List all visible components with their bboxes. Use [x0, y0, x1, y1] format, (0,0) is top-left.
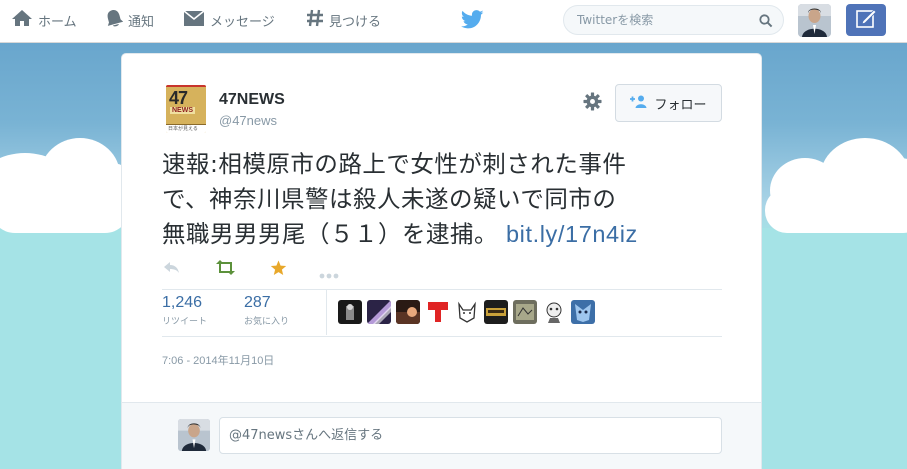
favoriter-avatar[interactable] — [338, 300, 362, 324]
nav-messages[interactable]: メッセージ — [183, 0, 275, 40]
reply-area: @47newsさんへ返信する — [122, 402, 761, 469]
follow-button[interactable]: フォロー — [615, 84, 722, 122]
tweet-text-line: 無職男男男尾（５１）を逮捕。 bit.ly/17n4iz — [162, 217, 752, 252]
envelope-icon — [183, 9, 210, 31]
search-box[interactable] — [563, 5, 784, 35]
tweet-text: 速報:相模原市の路上で女性が刺された事件 で、神奈川県警は殺人未遂の疑いで同市の… — [162, 147, 752, 252]
more-icon[interactable] — [319, 264, 339, 283]
profile-avatar[interactable]: 47 NEWS 日本が見える — [166, 85, 206, 133]
search-input[interactable] — [577, 13, 757, 27]
logo-47-text: 47 — [169, 88, 188, 108]
favoriter-avatar[interactable] — [455, 300, 479, 324]
nav-notifications-label: 通知 — [128, 14, 155, 30]
compose-icon — [855, 7, 877, 33]
retweet-icon[interactable] — [215, 260, 236, 279]
tweet-timestamp[interactable]: 7:06 - 2014年11月10日 — [162, 352, 274, 368]
tweet-link[interactable]: bit.ly/17n4iz — [506, 221, 638, 247]
retweet-count: 1,246 — [162, 294, 203, 311]
user-avatar[interactable] — [798, 4, 831, 37]
divider — [162, 289, 722, 290]
favoriter-avatar[interactable] — [513, 300, 537, 324]
favoriter-avatar[interactable] — [367, 300, 391, 324]
stat-separator — [326, 290, 327, 335]
nav-messages-label: メッセージ — [210, 14, 275, 30]
logo-tagline: 日本が見える — [168, 126, 198, 132]
nav-notifications[interactable]: 通知 — [105, 0, 154, 40]
tweet-text-line: 速報:相模原市の路上で女性が刺された事件 — [162, 150, 627, 178]
nav-home[interactable]: ホーム — [11, 0, 77, 40]
favoriter-avatar[interactable] — [426, 300, 450, 324]
retweet-stat[interactable]: 1,246 リツイート — [162, 294, 207, 327]
compose-button[interactable] — [846, 4, 886, 36]
add-user-icon — [630, 95, 654, 112]
favoriter-avatar[interactable] — [484, 300, 508, 324]
retweet-label: リツイート — [162, 317, 208, 327]
tweet-text-line-part: 無職男男男尾（５１）を逮捕。 — [162, 220, 506, 248]
logo-news-text: NEWS — [170, 107, 195, 114]
reply-icon[interactable] — [163, 260, 180, 279]
favorite-count: 287 — [244, 294, 271, 311]
display-name[interactable]: 47NEWS — [219, 91, 285, 109]
search-icon[interactable] — [759, 13, 773, 32]
favoriter-avatar[interactable] — [571, 300, 595, 324]
avatar — [178, 419, 210, 451]
tweet-text-line: で、神奈川県警は殺人未遂の疑いで同市の — [162, 185, 617, 213]
tweet-card: 47 NEWS 日本が見える 47NEWS @47news フォロー 速報:相模… — [121, 53, 762, 469]
bell-icon — [105, 9, 128, 32]
twitter-bird-icon[interactable] — [460, 10, 484, 33]
nav-discover[interactable]: 見つける — [306, 0, 381, 40]
screen-name[interactable]: @47news — [219, 113, 277, 128]
gear-icon[interactable] — [583, 92, 602, 115]
reply-input[interactable]: @47newsさんへ返信する — [219, 417, 722, 454]
favoriter-avatar[interactable] — [542, 300, 566, 324]
favorite-label: お気に入り — [244, 317, 290, 327]
nav-discover-label: 見つける — [329, 14, 382, 30]
top-navigation-bar: ホーム 通知 メッセージ 見つける — [0, 0, 907, 43]
star-icon[interactable] — [270, 260, 287, 280]
hashtag-icon — [306, 9, 329, 31]
nav-home-label: ホーム — [38, 14, 77, 30]
home-icon — [11, 9, 38, 31]
divider — [162, 336, 722, 337]
favoriter-avatar[interactable] — [396, 300, 420, 324]
follow-label: フォロー — [654, 97, 707, 113]
favorite-stat[interactable]: 287 お気に入り — [244, 294, 289, 327]
